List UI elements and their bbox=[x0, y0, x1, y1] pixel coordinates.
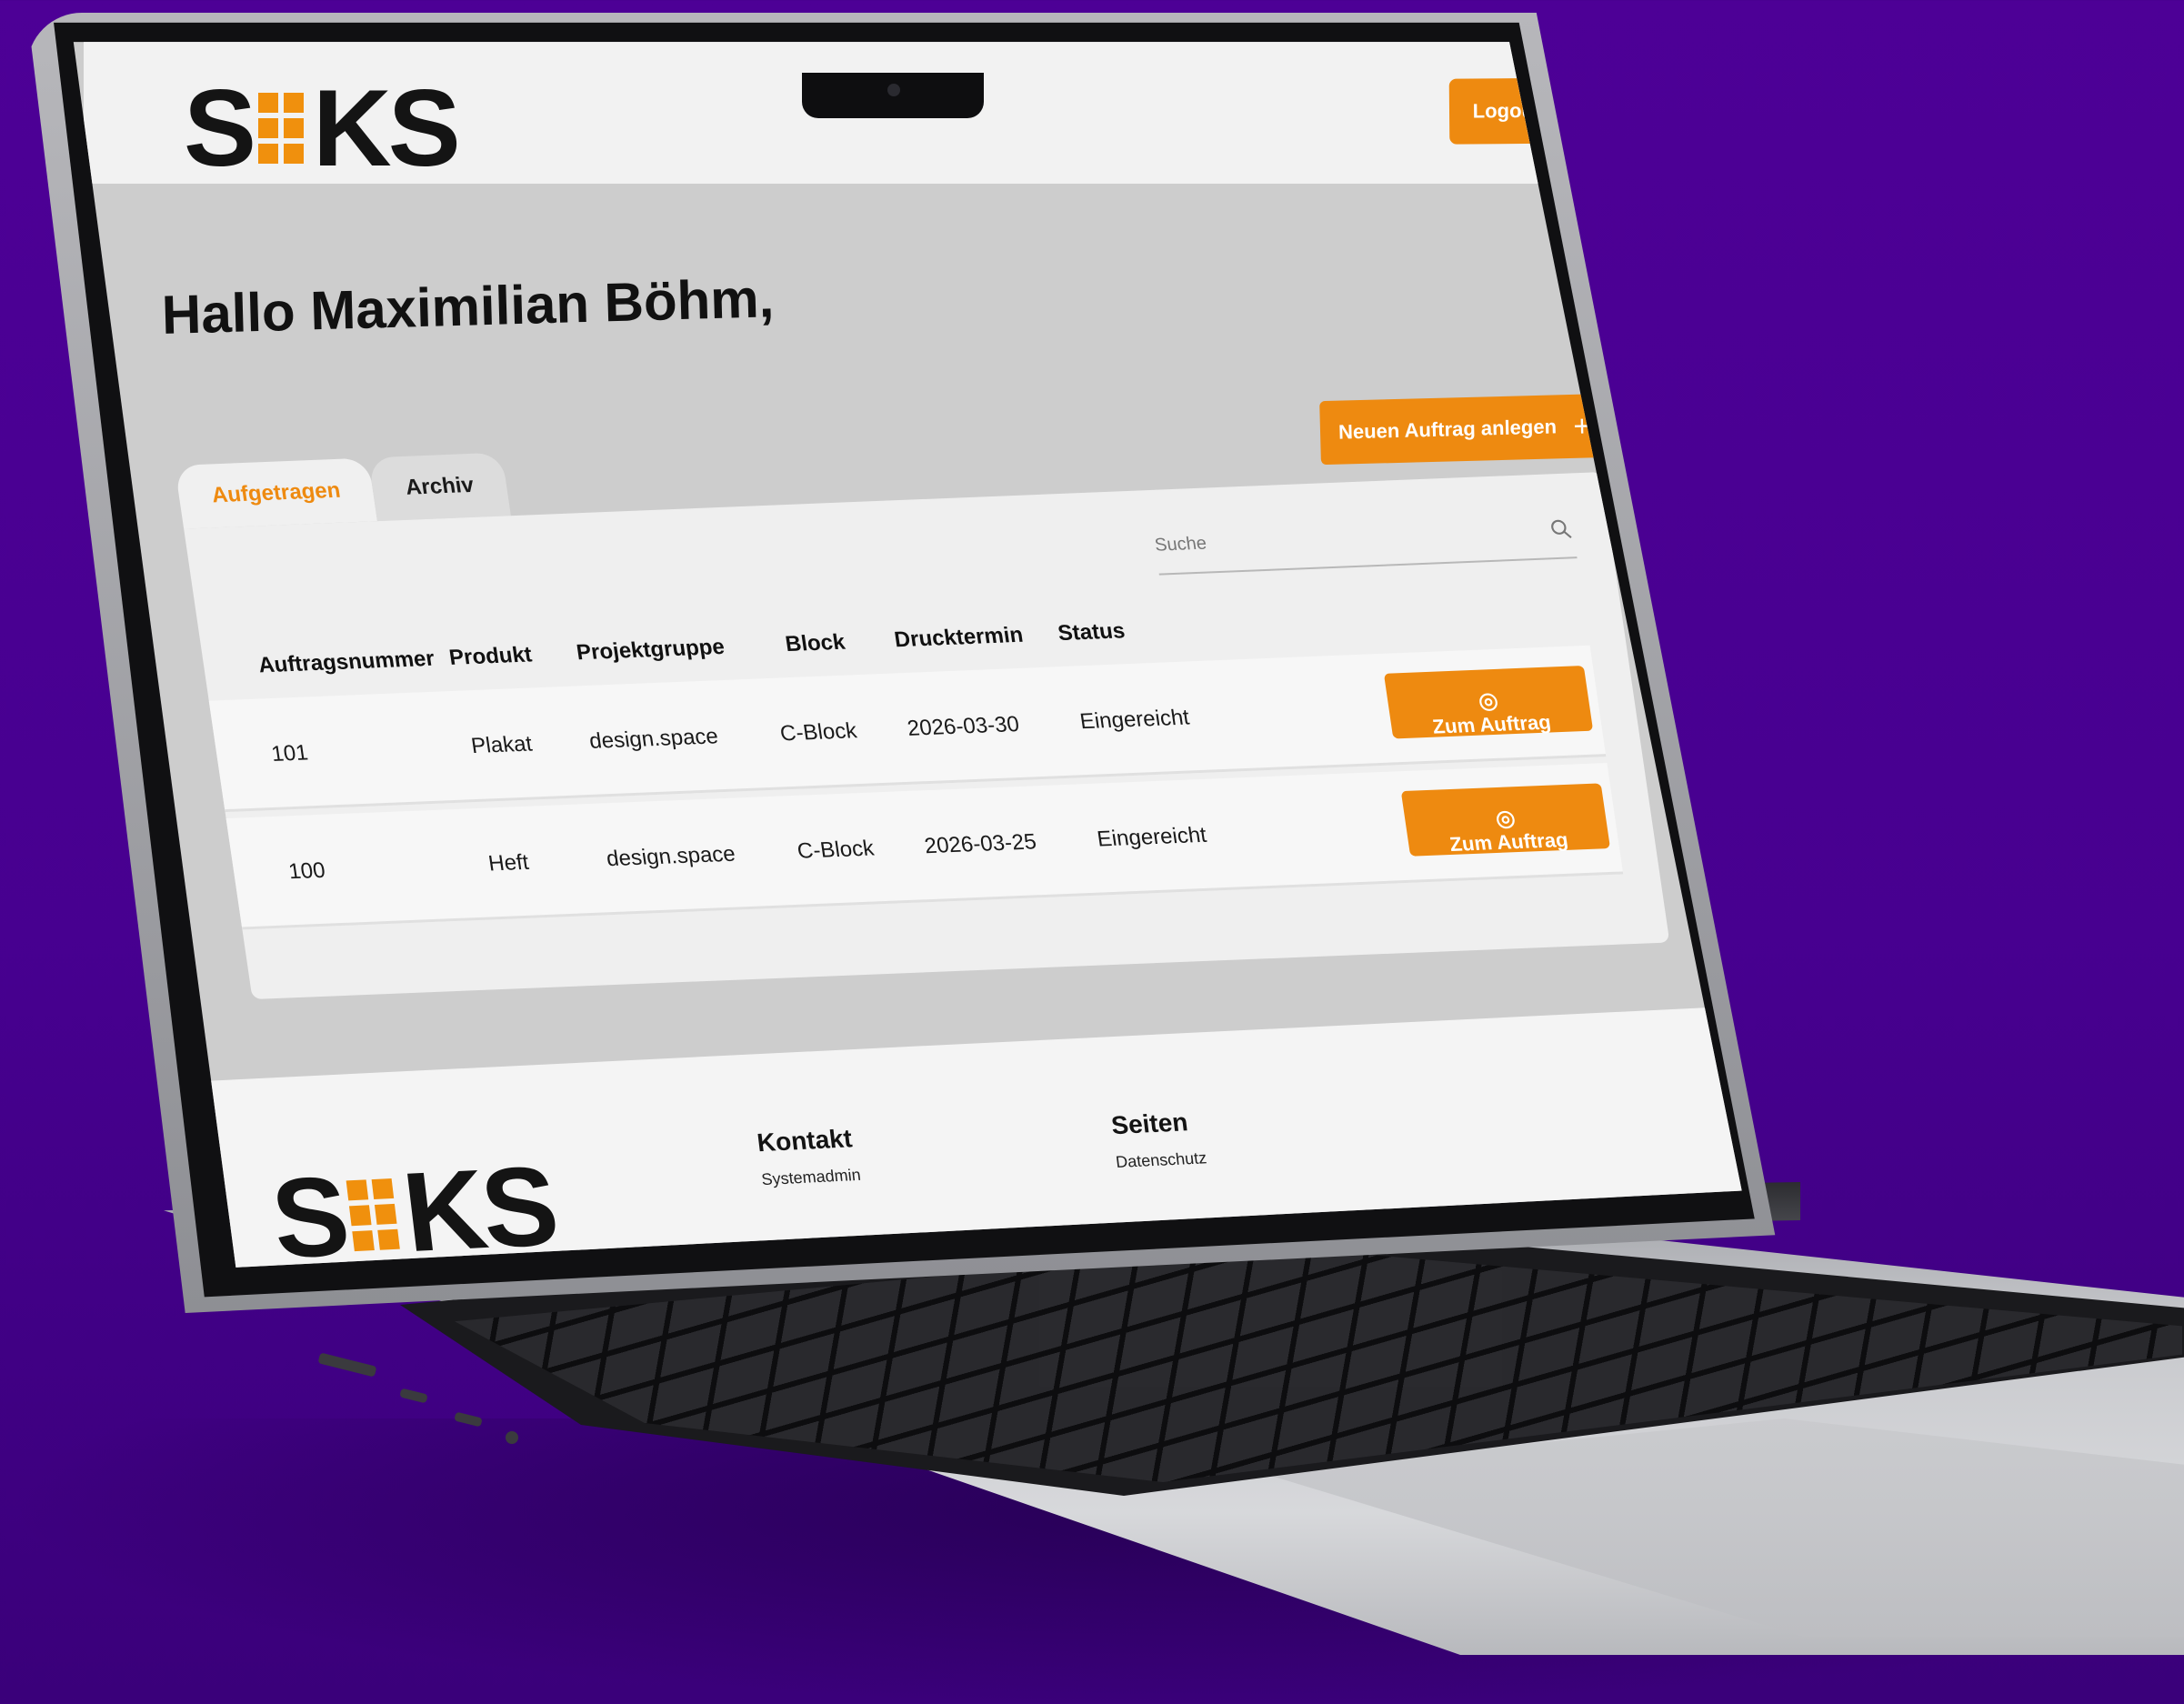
camera-icon bbox=[887, 84, 900, 96]
cell-date: 2026-03-25 bbox=[922, 829, 1038, 859]
logo-letter-left: S bbox=[265, 1153, 353, 1275]
cell-number: 100 bbox=[286, 857, 327, 885]
footer-contact-title: Kontakt bbox=[755, 1124, 854, 1158]
col-auftragsnummer: Auftragsnummer bbox=[256, 646, 436, 678]
eye-icon bbox=[1497, 810, 1515, 829]
tab-aufgetragen[interactable]: Aufgetragen bbox=[175, 457, 378, 529]
footer-link-datenschutz[interactable]: Datenschutz bbox=[1115, 1148, 1207, 1172]
cell-block: C-Block bbox=[796, 836, 876, 864]
col-projektgruppe: Projektgruppe bbox=[575, 634, 726, 666]
cell-product: Heft bbox=[486, 849, 531, 877]
col-drucktermin: Drucktermin bbox=[892, 622, 1026, 653]
mockup-stage: S KS Logout Hallo Maximilian Böhm, Neuen… bbox=[0, 0, 2184, 1704]
logo-grid-icon bbox=[346, 1178, 400, 1252]
eye-icon bbox=[1479, 693, 1498, 711]
logo-letter-left: S bbox=[184, 67, 256, 189]
to-order-label: Zum Auftrag bbox=[1430, 710, 1553, 738]
footer-pages-title: Seiten bbox=[1109, 1108, 1190, 1140]
to-order-label: Zum Auftrag bbox=[1448, 827, 1570, 856]
tab-archiv[interactable]: Archiv bbox=[368, 452, 511, 522]
cell-status: Eingereicht bbox=[1095, 822, 1208, 852]
cell-status: Eingereicht bbox=[1077, 705, 1191, 735]
logo-letters-right: KS bbox=[313, 67, 461, 189]
search-icon[interactable] bbox=[1548, 516, 1575, 541]
app-viewport: S KS Logout Hallo Maximilian Böhm, Neuen… bbox=[74, 42, 1742, 1275]
to-order-button[interactable]: Zum Auftrag bbox=[1383, 665, 1594, 739]
camera-notch bbox=[802, 73, 984, 118]
to-order-button[interactable]: Zum Auftrag bbox=[1400, 783, 1611, 857]
cell-block: C-Block bbox=[778, 718, 859, 747]
screen: S KS Logout Hallo Maximilian Böhm, Neuen… bbox=[73, 42, 1742, 1275]
col-block: Block bbox=[783, 629, 847, 657]
col-status: Status bbox=[1056, 618, 1127, 647]
cell-group: design.space bbox=[587, 724, 720, 754]
orders-panel: Aufgetragen Archiv Suche Auftragsnummer bbox=[175, 407, 1708, 1008]
cell-date: 2026-03-30 bbox=[906, 712, 1021, 741]
cell-number: 101 bbox=[269, 740, 310, 767]
siks-logo[interactable]: S KS bbox=[184, 65, 461, 191]
col-produkt: Produkt bbox=[447, 642, 534, 670]
logo-grid-icon bbox=[258, 93, 305, 164]
laptop-lid: S KS Logout Hallo Maximilian Böhm, Neuen… bbox=[0, 0, 2184, 1704]
search-input[interactable]: Suche bbox=[1153, 533, 1207, 556]
cell-product: Plakat bbox=[469, 731, 535, 759]
cell-group: design.space bbox=[605, 841, 737, 872]
page-greeting: Hallo Maximilian Böhm, bbox=[161, 267, 776, 346]
search-field[interactable]: Suche bbox=[1150, 500, 1578, 576]
orders-card: Suche Auftragsnummer Produkt Projektgrup… bbox=[184, 472, 1670, 1000]
footer-link-systemadmin[interactable]: Systemadmin bbox=[760, 1166, 861, 1189]
